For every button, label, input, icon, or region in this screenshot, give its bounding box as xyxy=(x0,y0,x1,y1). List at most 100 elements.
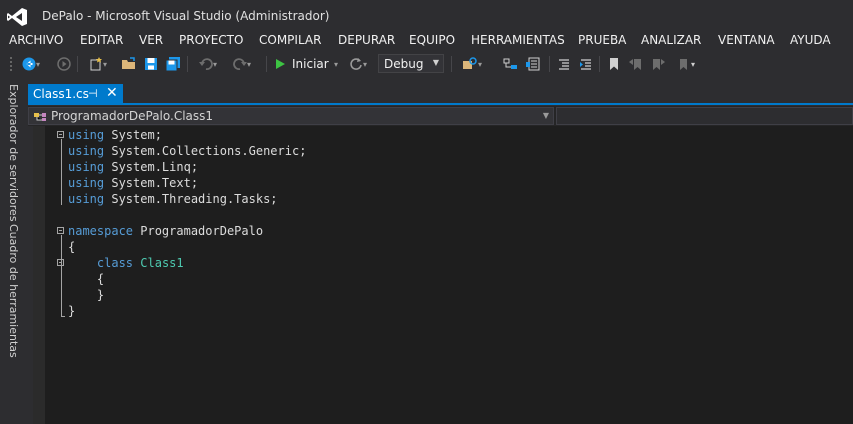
toolbar-options-icon[interactable]: ▾ xyxy=(691,60,695,69)
code-line[interactable]: { xyxy=(68,271,104,287)
attach-dropdown-icon[interactable]: ▾ xyxy=(363,60,367,69)
indicator-margin[interactable] xyxy=(33,126,45,424)
bookmark-icon xyxy=(610,58,618,70)
start-label: Iniciar xyxy=(292,57,329,71)
code-token: System.Collections.Generic; xyxy=(104,144,307,158)
new-project-icon xyxy=(90,57,102,71)
keyword-token: using xyxy=(68,128,105,142)
code-line[interactable]: using System.Linq; xyxy=(68,159,198,175)
clear-bookmarks-icon xyxy=(679,59,687,70)
back-button[interactable]: ▾ xyxy=(20,55,42,73)
menu-archivo[interactable]: ARCHIVO xyxy=(9,33,63,47)
save-button[interactable] xyxy=(143,55,159,73)
new-project-button[interactable]: ▾ xyxy=(84,55,112,73)
code-token: System; xyxy=(104,128,162,142)
keyword-token: using xyxy=(68,144,105,158)
collapse-usings-icon[interactable] xyxy=(57,131,64,138)
indent-button[interactable] xyxy=(578,55,594,73)
menu-editar[interactable]: EDITAR xyxy=(80,33,123,47)
code-line[interactable]: class Class1 xyxy=(68,255,184,271)
menu-proyecto[interactable]: PROYECTO xyxy=(179,33,243,47)
class-view-icon xyxy=(503,58,517,69)
types-dropdown[interactable]: ProgramadorDePalo.Class1 ▼ xyxy=(28,107,554,125)
save-icon xyxy=(145,58,157,70)
close-icon[interactable]: ✕ xyxy=(106,85,118,101)
redo-icon xyxy=(233,58,247,70)
forward-button[interactable] xyxy=(56,55,72,73)
code-line[interactable]: using System; xyxy=(68,127,162,143)
toolbar-separator xyxy=(77,56,78,72)
pin-icon[interactable]: ⊣ xyxy=(88,87,98,100)
find-dropdown-icon[interactable]: ▾ xyxy=(478,60,482,69)
back-dropdown-icon[interactable]: ▾ xyxy=(36,60,40,69)
keyword-token: using xyxy=(68,192,105,206)
code-token: } xyxy=(68,304,76,318)
keyword-token: using xyxy=(68,176,105,190)
code-token: { xyxy=(68,240,76,254)
code-token: System.Threading.Tasks; xyxy=(104,192,278,206)
members-dropdown[interactable] xyxy=(556,107,853,125)
bookmark-button[interactable] xyxy=(606,55,622,73)
menu-ventana[interactable]: VENTANA xyxy=(718,33,775,47)
chevron-down-icon: ▼ xyxy=(432,58,439,67)
menu-herramientas[interactable]: HERRAMIENTAS xyxy=(471,33,565,47)
code-token: } xyxy=(68,288,105,302)
menu-ayuda[interactable]: AYUDA xyxy=(790,33,831,47)
previous-bookmark-button[interactable] xyxy=(628,55,644,73)
code-line[interactable]: using System.Collections.Generic; xyxy=(68,143,306,159)
clear-bookmarks-button[interactable]: ▾ xyxy=(672,55,700,73)
code-line[interactable]: } xyxy=(68,303,75,319)
menu-ver[interactable]: VER xyxy=(139,33,163,47)
redo-dropdown-icon[interactable]: ▾ xyxy=(247,60,251,69)
toolbox-tab[interactable]: Cuadro de herramientas xyxy=(7,224,20,358)
collapse-class-icon[interactable] xyxy=(57,259,64,266)
toolbar-separator xyxy=(187,56,188,72)
code-line[interactable]: using System.Text; xyxy=(68,175,198,191)
code-line[interactable]: using System.Threading.Tasks; xyxy=(68,191,278,207)
toolbar-separator xyxy=(266,56,267,72)
menu-compilar[interactable]: COMPILAR xyxy=(259,33,321,47)
code-token: System.Linq; xyxy=(104,160,199,174)
solution-explorer-button[interactable] xyxy=(502,55,520,73)
undo-dropdown-icon[interactable]: ▾ xyxy=(213,60,217,69)
code-editor[interactable]: using System; using System.Collections.Ge… xyxy=(33,126,853,424)
keyword-token: using xyxy=(68,160,105,174)
toggle-comment-icon xyxy=(559,59,569,70)
toggle-comment-button[interactable] xyxy=(556,55,572,73)
code-line[interactable]: namespace ProgramadorDePalo xyxy=(68,223,263,239)
start-dropdown-button[interactable]: ▾ xyxy=(331,55,341,73)
tab-label: Class1.cs xyxy=(33,87,89,101)
start-debugging-button[interactable]: Iniciar xyxy=(274,55,332,73)
active-tab-underline xyxy=(28,103,853,105)
title-bar: DePalo - Microsoft Visual Studio (Admini… xyxy=(0,0,853,32)
toolbar-separator xyxy=(549,56,550,72)
menu-prueba[interactable]: PRUEBA xyxy=(578,33,626,47)
server-explorer-tab[interactable]: Explorador de servidores xyxy=(7,84,20,222)
properties-icon xyxy=(526,57,540,71)
tab-class1-cs[interactable]: Class1.cs ⊣ ✕ xyxy=(28,84,123,104)
menu-equipo[interactable]: EQUIPO xyxy=(409,33,455,47)
open-file-button[interactable] xyxy=(120,55,138,73)
code-line[interactable]: { xyxy=(68,239,75,255)
start-icon xyxy=(276,59,285,69)
toolbar-grip[interactable] xyxy=(9,56,13,72)
save-all-button[interactable] xyxy=(164,55,182,73)
menu-depurar[interactable]: DEPURAR xyxy=(338,33,395,47)
configuration-value: Debug xyxy=(384,57,424,71)
attach-button[interactable]: ▾ xyxy=(346,55,370,73)
keyword-token: class xyxy=(96,256,134,270)
next-bookmark-button[interactable] xyxy=(650,55,666,73)
code-line[interactable]: } xyxy=(68,287,104,303)
undo-button[interactable]: ▾ xyxy=(194,55,222,73)
forward-icon xyxy=(57,57,71,71)
toolbar-separator xyxy=(451,56,452,72)
solution-configuration-dropdown[interactable]: Debug ▼ xyxy=(378,54,444,73)
collapse-namespace-icon[interactable] xyxy=(57,227,64,234)
properties-button[interactable] xyxy=(524,55,542,73)
new-project-dropdown-icon[interactable]: ▾ xyxy=(103,60,107,69)
find-in-files-button[interactable]: ▾ xyxy=(458,55,486,73)
left-tool-window-strip: Explorador de servidores Cuadro de herra… xyxy=(0,80,28,424)
redo-button[interactable]: ▾ xyxy=(228,55,256,73)
menu-analizar[interactable]: ANALIZAR xyxy=(641,33,701,47)
